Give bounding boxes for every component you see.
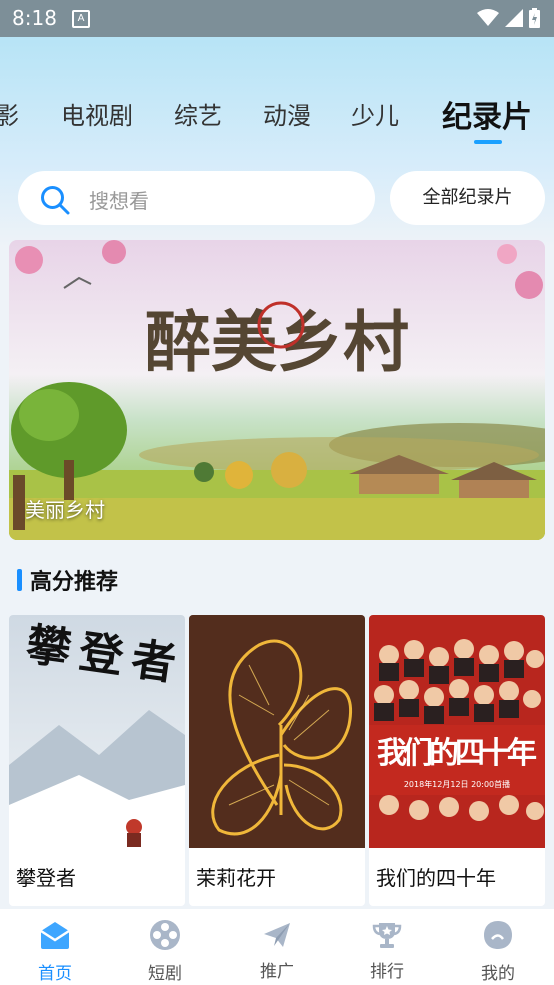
nav-home-label: 首页 (38, 964, 72, 984)
video-title: 茉莉花开 (196, 866, 276, 890)
bottom-navigation: 首页 短剧 推广 排行 我的 (0, 909, 554, 985)
tab-kids[interactable]: 少儿 (351, 96, 399, 131)
poster-image: 攀登者 (9, 615, 185, 848)
nav-short-drama[interactable]: 短剧 (110, 909, 220, 985)
category-tabs: 影 电视剧 综艺 动漫 少儿 纪录片 (0, 96, 554, 148)
featured-banner[interactable]: 醉美乡村 美丽乡村 (9, 240, 545, 540)
notification-icon: A (72, 10, 90, 28)
active-tab-indicator (474, 140, 502, 144)
home-icon (40, 922, 70, 949)
poster-image: 我们的四十年 2018年12月12日 20:00首播 (369, 615, 545, 848)
status-time: 8:18 (12, 6, 57, 30)
poster-title-text: 我们的四十年 (377, 736, 537, 771)
signal-icon (505, 9, 523, 27)
paper-plane-icon (264, 923, 290, 947)
nav-profile[interactable]: 我的 (443, 909, 553, 985)
film-reel-icon (150, 920, 180, 950)
video-card[interactable]: 我们的四十年 2018年12月12日 20:00首播 我们的四十年 (369, 615, 545, 906)
section-title: 高分推荐 (30, 570, 119, 595)
nav-short-drama-label: 短剧 (148, 964, 182, 984)
nav-home[interactable]: 首页 (0, 909, 110, 985)
video-card[interactable]: 攀登者 攀登者 (9, 615, 185, 906)
banner-artwork-title: 醉美乡村 (145, 303, 409, 381)
profile-icon (484, 921, 512, 949)
battery-icon (529, 8, 540, 28)
video-card[interactable]: 茉莉花开 (189, 615, 365, 906)
video-title: 我们的四十年 (376, 866, 496, 890)
tab-movie[interactable]: 影 (0, 96, 19, 131)
tab-anime[interactable]: 动漫 (263, 96, 311, 131)
all-documentaries-button[interactable]: 全部纪录片 (390, 171, 545, 225)
video-title: 攀登者 (16, 866, 76, 890)
trophy-icon (372, 923, 402, 948)
nav-ranking[interactable]: 排行 (332, 909, 442, 985)
banner-caption: 美丽乡村 (25, 498, 105, 522)
tab-documentary[interactable]: 纪录片 (442, 92, 532, 136)
nav-promote-label: 推广 (260, 962, 294, 982)
tab-variety[interactable]: 综艺 (174, 96, 222, 131)
poster-image (189, 615, 365, 848)
system-icons (477, 8, 540, 28)
tab-tv-series[interactable]: 电视剧 (61, 96, 133, 131)
section-header: 高分推荐 (17, 563, 118, 597)
search-placeholder: 搜想看 (89, 189, 149, 213)
search-icon (41, 186, 70, 215)
search-input[interactable]: 搜想看 (18, 171, 375, 225)
status-bar: 8:18 A (0, 0, 554, 37)
section-accent-bar (17, 569, 22, 591)
poster-subtext: 2018年12月12日 20:00首播 (404, 779, 510, 789)
nav-ranking-label: 排行 (370, 962, 404, 982)
wifi-icon (477, 9, 499, 26)
nav-promote[interactable]: 推广 (222, 909, 332, 985)
nav-profile-label: 我的 (481, 964, 515, 984)
